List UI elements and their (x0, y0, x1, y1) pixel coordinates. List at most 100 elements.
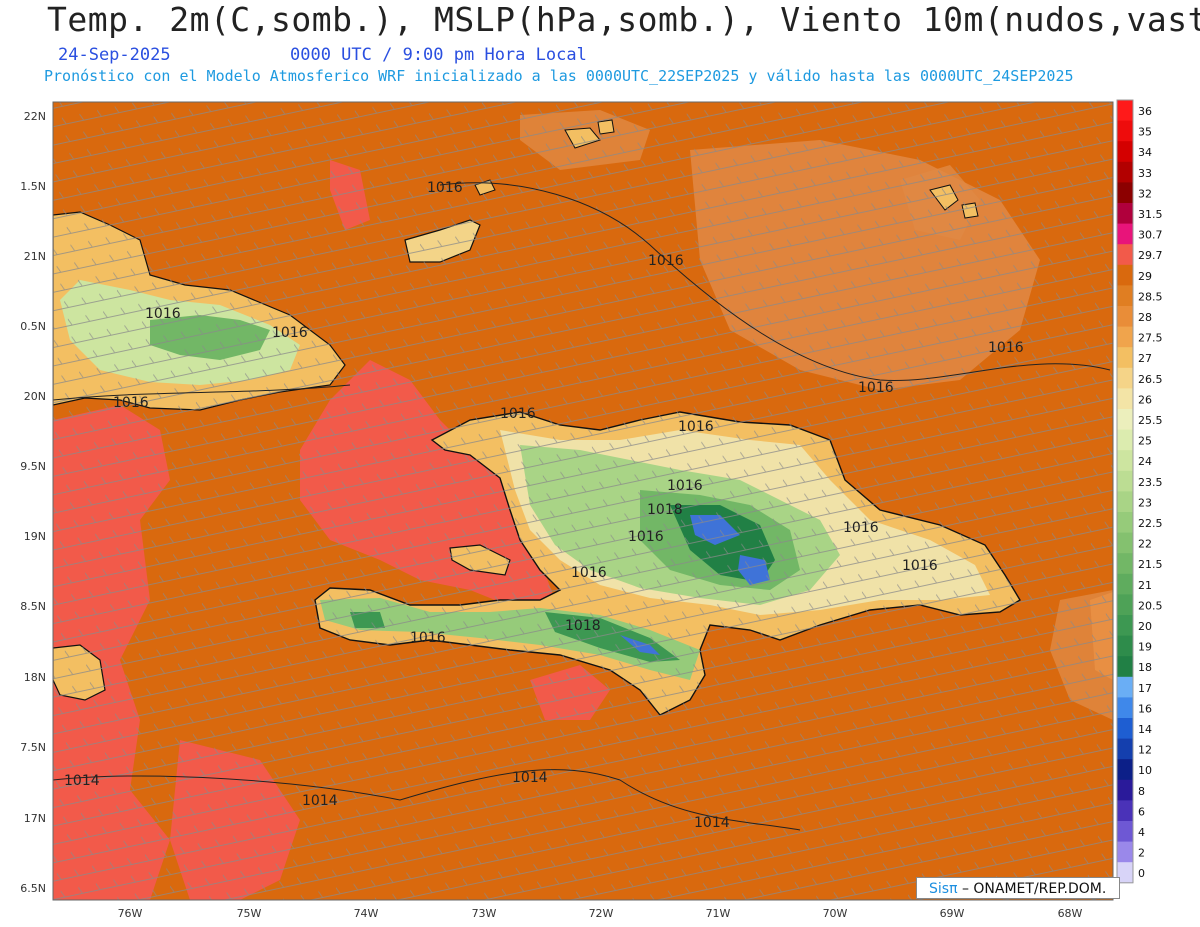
colorbar-label: 8 (1138, 785, 1145, 798)
colorbar-label: 2 (1138, 847, 1145, 860)
colorbar-label: 18 (1138, 661, 1152, 674)
lon-label: 68W (1058, 907, 1083, 920)
colorbar-label: 21 (1138, 579, 1152, 592)
colorbar-label: 25.5 (1138, 414, 1163, 427)
isobar-label: 1014 (512, 770, 548, 786)
lon-label: 73W (472, 907, 497, 920)
colorbar-label: 12 (1138, 744, 1152, 757)
colorbar-label: 20 (1138, 620, 1152, 633)
isobar-label: 1016 (667, 478, 703, 494)
colorbar-cell (1117, 759, 1133, 781)
colorbar-label: 10 (1138, 764, 1152, 777)
isobar-label: 1016 (410, 630, 446, 646)
lat-label: 19N (24, 530, 46, 543)
colorbar-cell (1117, 491, 1133, 513)
lat-label: 0.5N (20, 320, 46, 333)
colorbar-cell (1117, 594, 1133, 616)
lon-label: 72W (589, 907, 614, 920)
colorbar-cell (1117, 285, 1133, 307)
lat-label: 21N (24, 250, 46, 263)
colorbar-label: 27 (1138, 352, 1152, 365)
isobar-label: 1018 (647, 502, 683, 518)
colorbar-cell (1117, 532, 1133, 554)
colorbar-cell (1117, 203, 1133, 225)
colorbar-label: 26.5 (1138, 373, 1163, 386)
colorbar-label: 19 (1138, 641, 1152, 654)
isobar-label: 1016 (571, 565, 607, 581)
colorbar-cell (1117, 429, 1133, 451)
colorbar-cell (1117, 367, 1133, 389)
isobar-label: 1016 (678, 419, 714, 435)
colorbar-cell (1117, 800, 1133, 822)
colorbar-cell (1117, 244, 1133, 266)
lon-label: 75W (237, 907, 262, 920)
lat-label: 22N (24, 110, 46, 123)
colorbar-label: 30.7 (1138, 229, 1163, 242)
colorbar-cell (1117, 182, 1133, 204)
isobar-label: 1016 (113, 395, 149, 411)
colorbar-label: 24 (1138, 455, 1152, 468)
lat-label: 8.5N (20, 600, 46, 613)
lat-label: 9.5N (20, 460, 46, 473)
colorbar-cell (1117, 264, 1133, 286)
colorbar-cell (1117, 573, 1133, 595)
colorbar-label: 29.7 (1138, 249, 1163, 262)
colorbar-label: 34 (1138, 146, 1152, 159)
colorbar-cell (1117, 409, 1133, 431)
colorbar-cell (1117, 120, 1133, 142)
colorbar-label: 6 (1138, 805, 1145, 818)
isobar-label: 1016 (843, 520, 879, 536)
colorbar-label: 21.5 (1138, 558, 1163, 571)
isobar-label: 1014 (694, 815, 730, 831)
colorbar-label: 14 (1138, 723, 1152, 736)
isobar-label: 1016 (988, 340, 1024, 356)
colorbar-cell (1117, 141, 1133, 163)
isobar-label: 1018 (565, 618, 601, 634)
lon-label: 74W (354, 907, 379, 920)
isobar-label: 1014 (64, 773, 100, 789)
lat-label: 17N (24, 812, 46, 825)
colorbar-label: 22.5 (1138, 517, 1163, 530)
colorbar-label: 29 (1138, 270, 1152, 283)
lat-label: 6.5N (20, 882, 46, 895)
lon-axis: 76W 75W 74W 73W 72W 71W 70W 69W 68W (118, 907, 1083, 920)
lat-axis: 22N 1.5N 21N 0.5N 20N 9.5N 19N 8.5N 18N … (20, 110, 46, 895)
isobar-label: 1016 (902, 558, 938, 574)
colorbar-label: 23 (1138, 496, 1152, 509)
forecast-date: 24-Sep-2025 (58, 45, 171, 65)
colorbar-label: 16 (1138, 702, 1152, 715)
colorbar-cell (1117, 738, 1133, 760)
colorbar-cell (1117, 347, 1133, 369)
colorbar-label: 0 (1138, 867, 1145, 880)
colorbar-cell (1117, 697, 1133, 719)
colorbar-label: 33 (1138, 167, 1152, 180)
colorbar-label: 27.5 (1138, 332, 1163, 345)
forecast-map: 22N 1.5N 21N 0.5N 20N 9.5N 19N 8.5N 18N … (20, 99, 1163, 920)
colorbar-label: 23.5 (1138, 476, 1163, 489)
colorbar-cell (1117, 388, 1133, 410)
forecast-description: Pronóstico con el Modelo Atmosferico WRF… (44, 67, 1074, 85)
colorbar-cell (1117, 512, 1133, 534)
isobar-label: 1014 (302, 793, 338, 809)
isobar-label: 1016 (145, 306, 181, 322)
isobar-label: 1016 (628, 529, 664, 545)
colorbar-cell (1117, 161, 1133, 183)
colorbar-label: 32 (1138, 187, 1152, 200)
credit-box: Sisπ – ONAMET/REP.DOM. (916, 877, 1120, 899)
wind-barbs (53, 102, 1113, 900)
lat-label: 20N (24, 390, 46, 403)
colorbar-cell (1117, 841, 1133, 863)
isobar-label: 1016 (858, 380, 894, 396)
colorbar-cell (1117, 470, 1133, 492)
isobar-label: 1016 (500, 406, 536, 422)
lon-label: 69W (940, 907, 965, 920)
colorbar-label: 28 (1138, 311, 1152, 324)
colorbar-cell (1117, 821, 1133, 843)
credit-text: – ONAMET/REP.DOM. (961, 881, 1107, 897)
colorbar-cell (1117, 718, 1133, 740)
colorbar-label: 17 (1138, 682, 1152, 695)
colorbar-label: 20.5 (1138, 599, 1163, 612)
lon-label: 70W (823, 907, 848, 920)
colorbar-label: 36 (1138, 105, 1152, 118)
colorbar-cell (1117, 779, 1133, 801)
